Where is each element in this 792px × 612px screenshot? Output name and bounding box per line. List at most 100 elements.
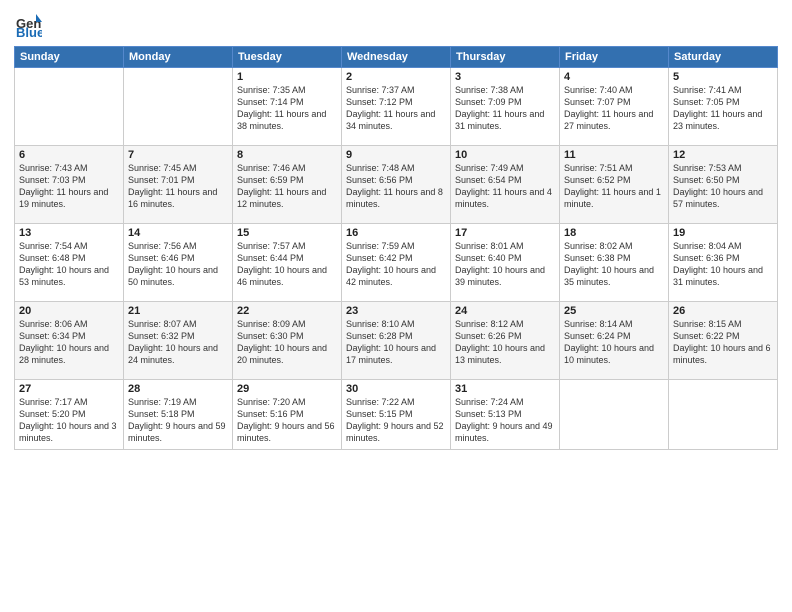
day-number: 17 <box>455 227 555 239</box>
weekday-header-monday: Monday <box>124 47 233 68</box>
day-number: 27 <box>19 383 119 395</box>
calendar-cell: 27Sunrise: 7:17 AM Sunset: 5:20 PM Dayli… <box>15 380 124 450</box>
day-content: Sunrise: 7:20 AM Sunset: 5:16 PM Dayligh… <box>237 396 337 445</box>
day-number: 1 <box>237 71 337 83</box>
day-content: Sunrise: 7:37 AM Sunset: 7:12 PM Dayligh… <box>346 84 446 133</box>
day-content: Sunrise: 8:10 AM Sunset: 6:28 PM Dayligh… <box>346 318 446 367</box>
calendar-cell: 14Sunrise: 7:56 AM Sunset: 6:46 PM Dayli… <box>124 224 233 302</box>
day-content: Sunrise: 7:53 AM Sunset: 6:50 PM Dayligh… <box>673 162 773 211</box>
calendar-cell: 6Sunrise: 7:43 AM Sunset: 7:03 PM Daylig… <box>15 146 124 224</box>
day-content: Sunrise: 7:41 AM Sunset: 7:05 PM Dayligh… <box>673 84 773 133</box>
calendar-cell: 3Sunrise: 7:38 AM Sunset: 7:09 PM Daylig… <box>451 68 560 146</box>
day-content: Sunrise: 8:02 AM Sunset: 6:38 PM Dayligh… <box>564 240 664 289</box>
day-content: Sunrise: 7:22 AM Sunset: 5:15 PM Dayligh… <box>346 396 446 445</box>
day-content: Sunrise: 7:17 AM Sunset: 5:20 PM Dayligh… <box>19 396 119 445</box>
logo: Gen Blue <box>14 10 46 38</box>
calendar-cell: 4Sunrise: 7:40 AM Sunset: 7:07 PM Daylig… <box>560 68 669 146</box>
calendar-cell: 7Sunrise: 7:45 AM Sunset: 7:01 PM Daylig… <box>124 146 233 224</box>
weekday-header-row: SundayMondayTuesdayWednesdayThursdayFrid… <box>15 47 778 68</box>
calendar-cell <box>15 68 124 146</box>
day-number: 14 <box>128 227 228 239</box>
day-number: 25 <box>564 305 664 317</box>
day-number: 2 <box>346 71 446 83</box>
calendar-cell: 24Sunrise: 8:12 AM Sunset: 6:26 PM Dayli… <box>451 302 560 380</box>
day-content: Sunrise: 7:19 AM Sunset: 5:18 PM Dayligh… <box>128 396 228 445</box>
calendar-cell: 18Sunrise: 8:02 AM Sunset: 6:38 PM Dayli… <box>560 224 669 302</box>
calendar-cell: 26Sunrise: 8:15 AM Sunset: 6:22 PM Dayli… <box>669 302 778 380</box>
calendar-cell: 19Sunrise: 8:04 AM Sunset: 6:36 PM Dayli… <box>669 224 778 302</box>
svg-text:Blue: Blue <box>16 25 42 38</box>
day-number: 31 <box>455 383 555 395</box>
day-content: Sunrise: 7:56 AM Sunset: 6:46 PM Dayligh… <box>128 240 228 289</box>
day-content: Sunrise: 8:04 AM Sunset: 6:36 PM Dayligh… <box>673 240 773 289</box>
day-content: Sunrise: 8:01 AM Sunset: 6:40 PM Dayligh… <box>455 240 555 289</box>
calendar-cell: 8Sunrise: 7:46 AM Sunset: 6:59 PM Daylig… <box>233 146 342 224</box>
day-number: 26 <box>673 305 773 317</box>
calendar-cell: 10Sunrise: 7:49 AM Sunset: 6:54 PM Dayli… <box>451 146 560 224</box>
calendar-cell: 20Sunrise: 8:06 AM Sunset: 6:34 PM Dayli… <box>15 302 124 380</box>
day-content: Sunrise: 7:40 AM Sunset: 7:07 PM Dayligh… <box>564 84 664 133</box>
calendar-cell: 2Sunrise: 7:37 AM Sunset: 7:12 PM Daylig… <box>342 68 451 146</box>
weekday-header-thursday: Thursday <box>451 47 560 68</box>
calendar-cell: 12Sunrise: 7:53 AM Sunset: 6:50 PM Dayli… <box>669 146 778 224</box>
day-number: 23 <box>346 305 446 317</box>
day-number: 22 <box>237 305 337 317</box>
calendar-cell: 13Sunrise: 7:54 AM Sunset: 6:48 PM Dayli… <box>15 224 124 302</box>
day-number: 18 <box>564 227 664 239</box>
day-content: Sunrise: 8:14 AM Sunset: 6:24 PM Dayligh… <box>564 318 664 367</box>
day-number: 21 <box>128 305 228 317</box>
calendar-cell <box>669 380 778 450</box>
calendar-week-row: 1Sunrise: 7:35 AM Sunset: 7:14 PM Daylig… <box>15 68 778 146</box>
day-number: 19 <box>673 227 773 239</box>
day-number: 28 <box>128 383 228 395</box>
day-content: Sunrise: 7:54 AM Sunset: 6:48 PM Dayligh… <box>19 240 119 289</box>
weekday-header-saturday: Saturday <box>669 47 778 68</box>
calendar-cell: 23Sunrise: 8:10 AM Sunset: 6:28 PM Dayli… <box>342 302 451 380</box>
day-content: Sunrise: 7:46 AM Sunset: 6:59 PM Dayligh… <box>237 162 337 211</box>
day-content: Sunrise: 7:57 AM Sunset: 6:44 PM Dayligh… <box>237 240 337 289</box>
calendar-cell: 31Sunrise: 7:24 AM Sunset: 5:13 PM Dayli… <box>451 380 560 450</box>
calendar-cell: 17Sunrise: 8:01 AM Sunset: 6:40 PM Dayli… <box>451 224 560 302</box>
calendar-cell: 30Sunrise: 7:22 AM Sunset: 5:15 PM Dayli… <box>342 380 451 450</box>
day-number: 9 <box>346 149 446 161</box>
day-content: Sunrise: 8:07 AM Sunset: 6:32 PM Dayligh… <box>128 318 228 367</box>
day-number: 16 <box>346 227 446 239</box>
weekday-header-friday: Friday <box>560 47 669 68</box>
calendar-week-row: 13Sunrise: 7:54 AM Sunset: 6:48 PM Dayli… <box>15 224 778 302</box>
weekday-header-sunday: Sunday <box>15 47 124 68</box>
day-content: Sunrise: 7:49 AM Sunset: 6:54 PM Dayligh… <box>455 162 555 211</box>
day-number: 30 <box>346 383 446 395</box>
day-content: Sunrise: 8:06 AM Sunset: 6:34 PM Dayligh… <box>19 318 119 367</box>
day-number: 7 <box>128 149 228 161</box>
day-content: Sunrise: 8:12 AM Sunset: 6:26 PM Dayligh… <box>455 318 555 367</box>
day-number: 11 <box>564 149 664 161</box>
calendar-cell: 5Sunrise: 7:41 AM Sunset: 7:05 PM Daylig… <box>669 68 778 146</box>
logo-icon: Gen Blue <box>14 10 42 38</box>
calendar-week-row: 20Sunrise: 8:06 AM Sunset: 6:34 PM Dayli… <box>15 302 778 380</box>
calendar-table: SundayMondayTuesdayWednesdayThursdayFrid… <box>14 46 778 450</box>
day-content: Sunrise: 7:45 AM Sunset: 7:01 PM Dayligh… <box>128 162 228 211</box>
calendar-cell: 15Sunrise: 7:57 AM Sunset: 6:44 PM Dayli… <box>233 224 342 302</box>
calendar-cell: 1Sunrise: 7:35 AM Sunset: 7:14 PM Daylig… <box>233 68 342 146</box>
weekday-header-tuesday: Tuesday <box>233 47 342 68</box>
day-number: 20 <box>19 305 119 317</box>
day-content: Sunrise: 8:15 AM Sunset: 6:22 PM Dayligh… <box>673 318 773 367</box>
day-content: Sunrise: 7:43 AM Sunset: 7:03 PM Dayligh… <box>19 162 119 211</box>
day-number: 4 <box>564 71 664 83</box>
day-number: 6 <box>19 149 119 161</box>
calendar-cell: 11Sunrise: 7:51 AM Sunset: 6:52 PM Dayli… <box>560 146 669 224</box>
day-content: Sunrise: 7:38 AM Sunset: 7:09 PM Dayligh… <box>455 84 555 133</box>
calendar-cell: 22Sunrise: 8:09 AM Sunset: 6:30 PM Dayli… <box>233 302 342 380</box>
day-number: 10 <box>455 149 555 161</box>
calendar-cell: 9Sunrise: 7:48 AM Sunset: 6:56 PM Daylig… <box>342 146 451 224</box>
day-number: 8 <box>237 149 337 161</box>
calendar-cell: 21Sunrise: 8:07 AM Sunset: 6:32 PM Dayli… <box>124 302 233 380</box>
calendar-week-row: 27Sunrise: 7:17 AM Sunset: 5:20 PM Dayli… <box>15 380 778 450</box>
calendar-cell <box>124 68 233 146</box>
day-number: 5 <box>673 71 773 83</box>
day-number: 13 <box>19 227 119 239</box>
weekday-header-wednesday: Wednesday <box>342 47 451 68</box>
day-number: 12 <box>673 149 773 161</box>
calendar-week-row: 6Sunrise: 7:43 AM Sunset: 7:03 PM Daylig… <box>15 146 778 224</box>
calendar-cell: 25Sunrise: 8:14 AM Sunset: 6:24 PM Dayli… <box>560 302 669 380</box>
